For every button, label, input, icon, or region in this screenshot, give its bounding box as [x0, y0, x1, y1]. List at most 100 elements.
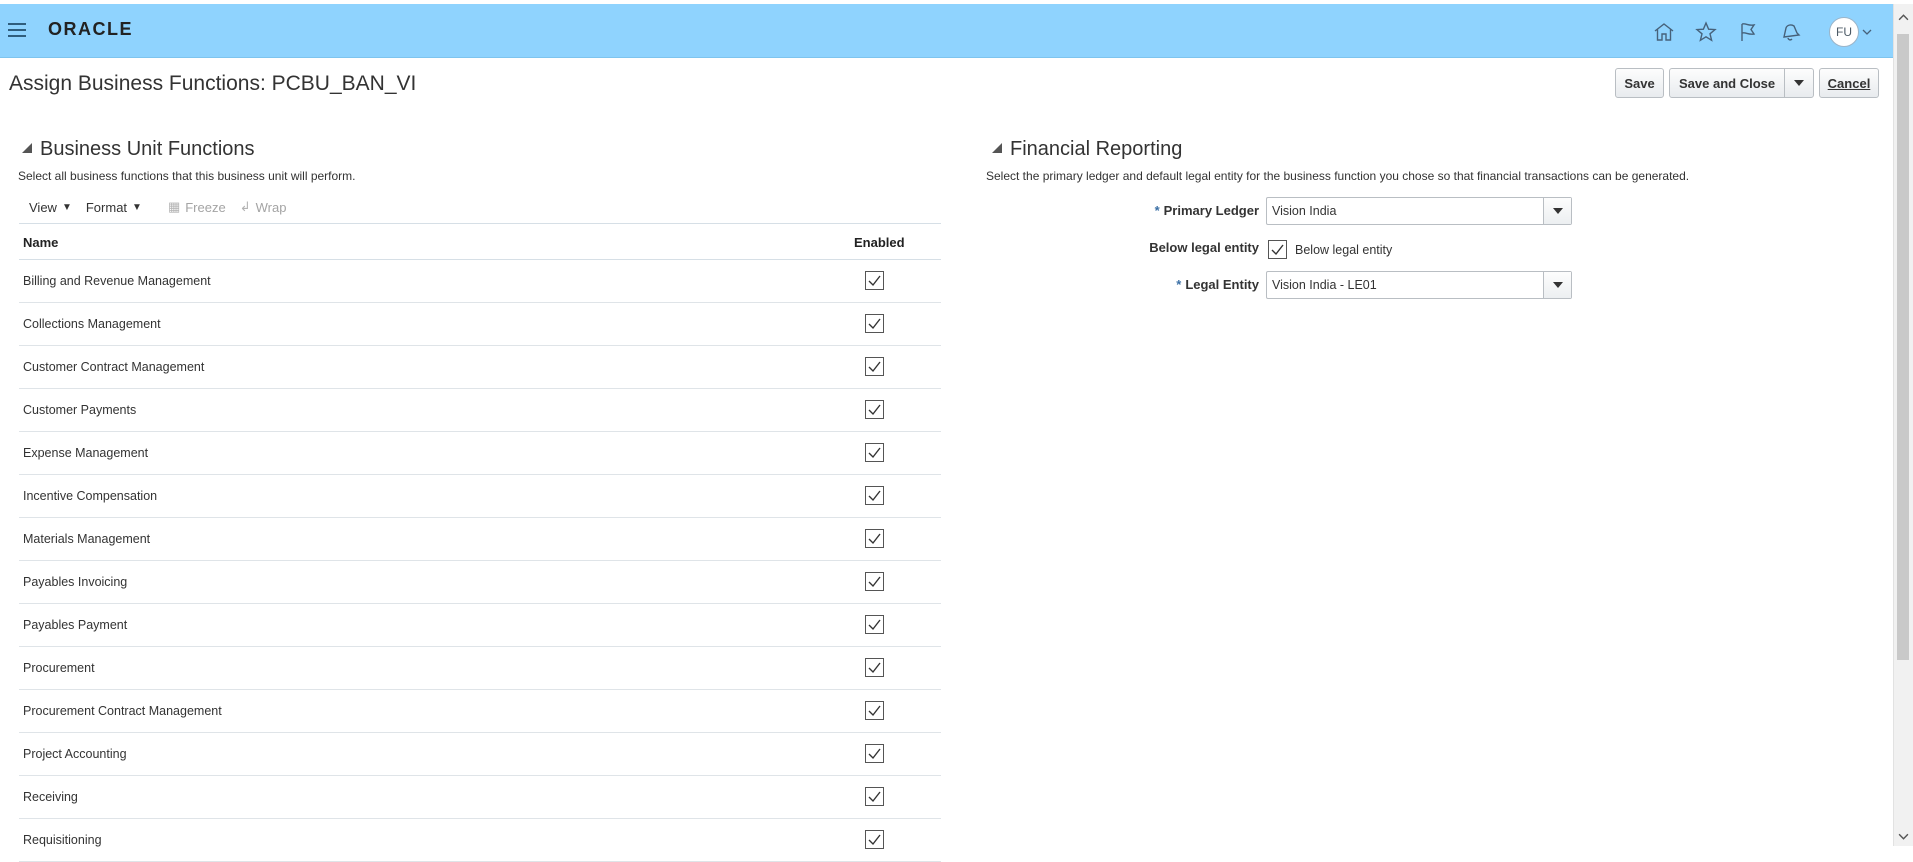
table-row[interactable]: Billing and Revenue Management [19, 260, 941, 303]
wrap-label: Wrap [255, 199, 287, 215]
enabled-checkbox[interactable] [865, 572, 884, 591]
checkmark-icon [868, 533, 881, 545]
page-scrollbar[interactable] [1893, 4, 1913, 846]
oracle-logo[interactable]: ORACLE [48, 19, 133, 40]
column-header-name[interactable]: Name [23, 235, 58, 250]
business-unit-functions-description: Select all business functions that this … [18, 169, 356, 183]
business-functions-table: Name Enabled Billing and Revenue Managem… [19, 223, 941, 862]
enabled-checkbox[interactable] [865, 701, 884, 720]
caret-down-icon: ▼ [61, 201, 72, 213]
view-menu[interactable]: View ▼ [29, 200, 72, 215]
function-name: Receiving [23, 790, 78, 804]
table-row[interactable]: Materials Management [19, 518, 941, 561]
legal-entity-select[interactable]: Vision India - LE01 [1266, 271, 1572, 299]
function-name: Procurement Contract Management [23, 704, 222, 718]
table-row[interactable]: Customer Payments [19, 389, 941, 432]
wrap-icon: ↲ [239, 199, 251, 214]
function-name: Project Accounting [23, 747, 127, 761]
below-legal-entity-checkbox[interactable] [1268, 240, 1287, 259]
caret-down-icon [1552, 282, 1563, 288]
freeze-icon: ▦ [167, 199, 181, 214]
table-row[interactable]: Project Accounting [19, 733, 941, 776]
legal-entity-dropdown-button[interactable] [1543, 272, 1571, 298]
table-toolbar: View ▼ Format ▼ ▦ Freeze ↲ Wrap [29, 197, 300, 217]
enabled-checkbox[interactable] [865, 615, 884, 634]
table-row[interactable]: Collections Management [19, 303, 941, 346]
table-row[interactable]: Incentive Compensation [19, 475, 941, 518]
legal-entity-label: * Legal Entity [1176, 277, 1259, 292]
freeze-button[interactable]: ▦ Freeze [168, 199, 226, 215]
chevron-down-icon[interactable] [1862, 27, 1872, 37]
enabled-checkbox[interactable] [865, 443, 884, 462]
function-name: Payables Invoicing [23, 575, 128, 589]
table-row[interactable]: Requisitioning [19, 819, 941, 862]
collapse-icon[interactable] [22, 143, 32, 153]
page-title: Assign Business Functions: PCBU_BAN_VI [9, 72, 417, 95]
checkmark-icon [868, 404, 881, 416]
checkmark-icon [868, 318, 881, 330]
enabled-checkbox[interactable] [865, 357, 884, 376]
function-name: Customer Payments [23, 403, 137, 417]
function-name: Procurement [23, 661, 95, 675]
chevron-up-icon[interactable] [1898, 12, 1909, 23]
checkmark-icon [868, 490, 881, 502]
star-icon[interactable] [1693, 19, 1719, 45]
business-unit-functions-title: Business Unit Functions [40, 138, 255, 160]
below-legal-entity-checkbox-label[interactable]: Below legal entity [1295, 243, 1392, 257]
save-and-close-button[interactable]: Save and Close [1669, 68, 1814, 98]
required-indicator: * [1176, 277, 1182, 292]
enabled-checkbox[interactable] [865, 314, 884, 333]
home-icon[interactable] [1651, 19, 1677, 45]
table-row[interactable]: Receiving [19, 776, 941, 819]
wrap-button[interactable]: ↲ Wrap [240, 199, 287, 215]
caret-down-icon [1794, 80, 1804, 86]
primary-ledger-select[interactable]: Vision India [1266, 197, 1572, 225]
table-header: Name Enabled [19, 223, 941, 260]
financial-reporting-header[interactable]: Financial Reporting [992, 138, 1182, 161]
below-legal-entity-label: Below legal entity [1149, 240, 1259, 255]
enabled-checkbox[interactable] [865, 529, 884, 548]
save-button[interactable]: Save [1615, 68, 1664, 98]
enabled-checkbox[interactable] [865, 486, 884, 505]
table-row[interactable]: Expense Management [19, 432, 941, 475]
below-legal-entity-label-wrap: Below legal entity [1100, 240, 1259, 260]
checkmark-icon [868, 619, 881, 631]
cancel-button[interactable]: Cancel [1819, 68, 1879, 98]
bell-icon[interactable] [1777, 19, 1803, 45]
required-indicator: * [1154, 203, 1160, 218]
collapse-icon[interactable] [992, 143, 1002, 153]
checkmark-icon [868, 662, 881, 674]
enabled-checkbox[interactable] [865, 787, 884, 806]
scrollbar-thumb[interactable] [1897, 34, 1909, 660]
table-row[interactable]: Payables Invoicing [19, 561, 941, 604]
table-row[interactable]: Procurement [19, 647, 941, 690]
legal-entity-value: Vision India - LE01 [1272, 278, 1377, 292]
enabled-checkbox[interactable] [865, 830, 884, 849]
enabled-checkbox[interactable] [865, 658, 884, 677]
save-and-close-label: Save and Close [1679, 75, 1776, 91]
format-menu[interactable]: Format ▼ [86, 200, 142, 215]
function-name: Expense Management [23, 446, 149, 460]
chevron-down-icon[interactable] [1898, 831, 1909, 842]
menu-icon[interactable] [8, 23, 26, 41]
header-actions: FU [1635, 16, 1872, 48]
save-options-dropdown[interactable] [1784, 69, 1813, 97]
flag-icon[interactable] [1735, 19, 1761, 45]
table-row[interactable]: Procurement Contract Management [19, 690, 941, 733]
function-name: Incentive Compensation [23, 489, 158, 503]
checkmark-icon [868, 748, 881, 760]
business-unit-functions-header[interactable]: Business Unit Functions [22, 138, 255, 161]
table-row[interactable]: Customer Contract Management [19, 346, 941, 389]
primary-ledger-dropdown-button[interactable] [1543, 198, 1571, 224]
user-avatar[interactable]: FU [1829, 17, 1859, 47]
column-header-enabled[interactable]: Enabled [854, 235, 905, 250]
enabled-checkbox[interactable] [865, 744, 884, 763]
function-name: Requisitioning [23, 833, 102, 847]
function-name: Payables Payment [23, 618, 128, 632]
view-menu-label: View [29, 199, 57, 215]
table-row[interactable]: Payables Payment [19, 604, 941, 647]
enabled-checkbox[interactable] [865, 271, 884, 290]
enabled-checkbox[interactable] [865, 400, 884, 419]
checkmark-icon [868, 834, 881, 846]
global-header: ORACLE FU [0, 4, 1894, 58]
